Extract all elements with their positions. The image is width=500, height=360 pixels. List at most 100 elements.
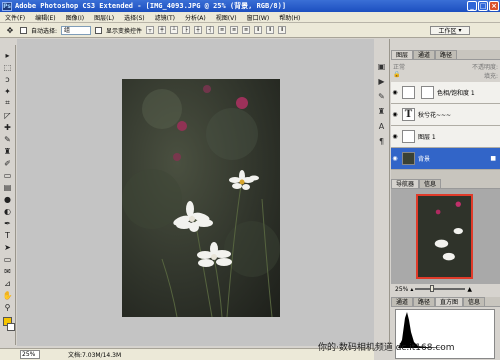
layers-panel-tabs: 图层 通道 路径 xyxy=(391,50,500,60)
eye-icon[interactable]: ◉ xyxy=(391,89,399,96)
crop-tool-icon[interactable]: ⌗ xyxy=(2,97,14,109)
show-transform-label: 显示变换控件 xyxy=(106,27,143,35)
tab-channels-2[interactable]: 通道 xyxy=(391,297,414,306)
layer-mask-thumbnail xyxy=(421,86,434,99)
blend-mode-dropdown[interactable]: 正常 xyxy=(393,62,405,71)
dodge-tool-icon[interactable]: ◐ xyxy=(2,205,14,217)
canvas-area[interactable] xyxy=(17,39,374,346)
menu-help[interactable]: 帮助(H) xyxy=(274,13,305,22)
navigator-preview[interactable] xyxy=(391,189,500,284)
navigator-view-box[interactable] xyxy=(416,194,473,279)
layer-row-background[interactable]: ◉ 背景 ■ xyxy=(391,148,500,170)
tab-info-2[interactable]: 信息 xyxy=(463,297,486,306)
type-tool-icon[interactable]: T xyxy=(2,229,14,241)
history-brush-tool-icon[interactable]: ✐ xyxy=(2,157,14,169)
align-top-icon[interactable]: ┬ xyxy=(146,26,155,34)
gradient-tool-icon[interactable]: ▤ xyxy=(2,181,14,193)
move-tool-preset-icon[interactable]: ✥ xyxy=(4,24,16,36)
status-zoom-field[interactable]: 25% xyxy=(20,350,40,359)
eye-icon[interactable]: ◉ xyxy=(391,111,399,118)
layer-row-hue-saturation[interactable]: ◉ 色相/饱和度 1 xyxy=(391,82,500,104)
character-panel-icon[interactable]: A xyxy=(376,121,387,132)
shape-tool-icon[interactable]: ▭ xyxy=(2,253,14,265)
eye-icon[interactable]: ◉ xyxy=(391,133,399,140)
status-doc-info[interactable]: 文档:7.03M/14.3M xyxy=(68,350,121,359)
lock-icon: ■ xyxy=(490,155,496,162)
zoom-tool-icon[interactable]: ⚲ xyxy=(2,301,14,313)
histogram-panel-tabs: 通道 路径 直方图 信息 xyxy=(391,297,500,307)
distribute-top-icon[interactable]: ≡ xyxy=(218,26,227,34)
align-center-icon[interactable]: ┼ xyxy=(194,26,203,34)
fill-label: 填充: xyxy=(483,73,498,80)
menu-layer[interactable]: 图层(L) xyxy=(89,13,119,22)
actions-panel-icon[interactable]: ▶ xyxy=(376,76,387,87)
workspace-button[interactable]: 工作区 ▾ xyxy=(430,26,470,35)
navigator-zoom-slider[interactable] xyxy=(415,285,466,292)
slider-knob[interactable] xyxy=(430,285,435,292)
auto-select-dropdown[interactable]: 组 xyxy=(61,25,92,35)
pen-tool-icon[interactable]: ✒ xyxy=(2,217,14,229)
distribute-right-icon[interactable]: ⦀ xyxy=(278,26,287,34)
distribute-left-icon[interactable]: ⦀ xyxy=(254,26,263,34)
distribute-bottom-icon[interactable]: ≡ xyxy=(242,26,251,34)
menu-file[interactable]: 文件(F) xyxy=(0,13,30,22)
tab-paths-2[interactable]: 路径 xyxy=(413,297,436,306)
tab-histogram[interactable]: 直方图 xyxy=(435,297,464,306)
zoom-in-icon[interactable]: ▲ xyxy=(467,286,472,293)
align-bottom-icon[interactable]: ┴ xyxy=(170,26,179,34)
menu-edit[interactable]: 编辑(E) xyxy=(30,13,60,22)
auto-select-checkbox[interactable] xyxy=(20,26,27,34)
background-color-swatch[interactable] xyxy=(7,323,15,331)
align-right-icon[interactable]: ┤ xyxy=(206,26,215,34)
zoom-out-icon[interactable]: ▴ xyxy=(410,286,413,293)
tab-layers[interactable]: 图层 xyxy=(391,50,414,59)
align-middle-icon[interactable]: ╪ xyxy=(158,26,167,34)
minimize-button[interactable]: _ xyxy=(467,1,477,11)
slice-tool-icon[interactable]: ◸ xyxy=(2,109,14,121)
healing-brush-tool-icon[interactable]: ✚ xyxy=(2,121,14,133)
paragraph-panel-icon[interactable]: ¶ xyxy=(376,136,387,147)
menu-analysis[interactable]: 分析(A) xyxy=(180,13,211,22)
lock-icons[interactable]: 🔒 xyxy=(393,71,400,80)
maximize-button[interactable]: □ xyxy=(478,1,488,11)
history-panel-icon[interactable]: ▣ xyxy=(376,61,387,72)
align-left-icon[interactable]: ├ xyxy=(182,26,191,34)
clone-source-panel-icon[interactable]: ♜ xyxy=(376,106,387,117)
layer-name: 背景 xyxy=(418,156,431,163)
menu-window[interactable]: 窗口(W) xyxy=(242,13,275,22)
close-button[interactable]: × xyxy=(489,1,499,11)
magic-wand-tool-icon[interactable]: ✦ xyxy=(2,85,14,97)
tab-paths[interactable]: 路径 xyxy=(435,50,458,59)
navigator-panel-tabs: 导航器 信息 xyxy=(391,179,500,189)
document-image[interactable] xyxy=(122,79,280,317)
navigator-thumbnail xyxy=(418,196,471,277)
menu-view[interactable]: 视图(V) xyxy=(211,13,242,22)
move-tool-icon[interactable]: ▸ xyxy=(2,49,14,61)
eraser-tool-icon[interactable]: ▭ xyxy=(2,169,14,181)
text-layer-icon: T xyxy=(402,108,415,121)
lasso-tool-icon[interactable]: ↄ xyxy=(2,73,14,85)
title-bar: Ps Adobe Photoshop CS3 Extended - [IMG_4… xyxy=(0,0,500,12)
clone-stamp-tool-icon[interactable]: ♜ xyxy=(2,145,14,157)
tab-channels[interactable]: 通道 xyxy=(413,50,436,59)
show-transform-checkbox[interactable] xyxy=(95,26,103,34)
brushes-panel-icon[interactable]: ✎ xyxy=(376,91,387,102)
navigator-zoom-value[interactable]: 25% xyxy=(395,286,408,293)
distribute-center-icon[interactable]: ⦀ xyxy=(266,26,275,34)
brush-tool-icon[interactable]: ✎ xyxy=(2,133,14,145)
menu-select[interactable]: 选择(S) xyxy=(119,13,150,22)
path-selection-tool-icon[interactable]: ➤ xyxy=(2,241,14,253)
distribute-middle-icon[interactable]: ≡ xyxy=(230,26,239,34)
menu-image[interactable]: 图像(I) xyxy=(61,13,89,22)
menu-filter[interactable]: 滤镜(T) xyxy=(150,13,180,22)
hand-tool-icon[interactable]: ✋ xyxy=(2,289,14,301)
eye-icon[interactable]: ◉ xyxy=(391,155,399,162)
layer-row-layer1[interactable]: ◉ 图层 1 xyxy=(391,126,500,148)
tab-navigator[interactable]: 导航器 xyxy=(391,179,420,188)
marquee-tool-icon[interactable]: ⬚ xyxy=(2,61,14,73)
eyedropper-tool-icon[interactable]: ⊿ xyxy=(2,277,14,289)
notes-tool-icon[interactable]: ✉ xyxy=(2,265,14,277)
layer-row-text[interactable]: ◉ T 秋兮花~~~ xyxy=(391,104,500,126)
blur-tool-icon[interactable]: ● xyxy=(2,193,14,205)
tab-info[interactable]: 信息 xyxy=(419,179,442,188)
